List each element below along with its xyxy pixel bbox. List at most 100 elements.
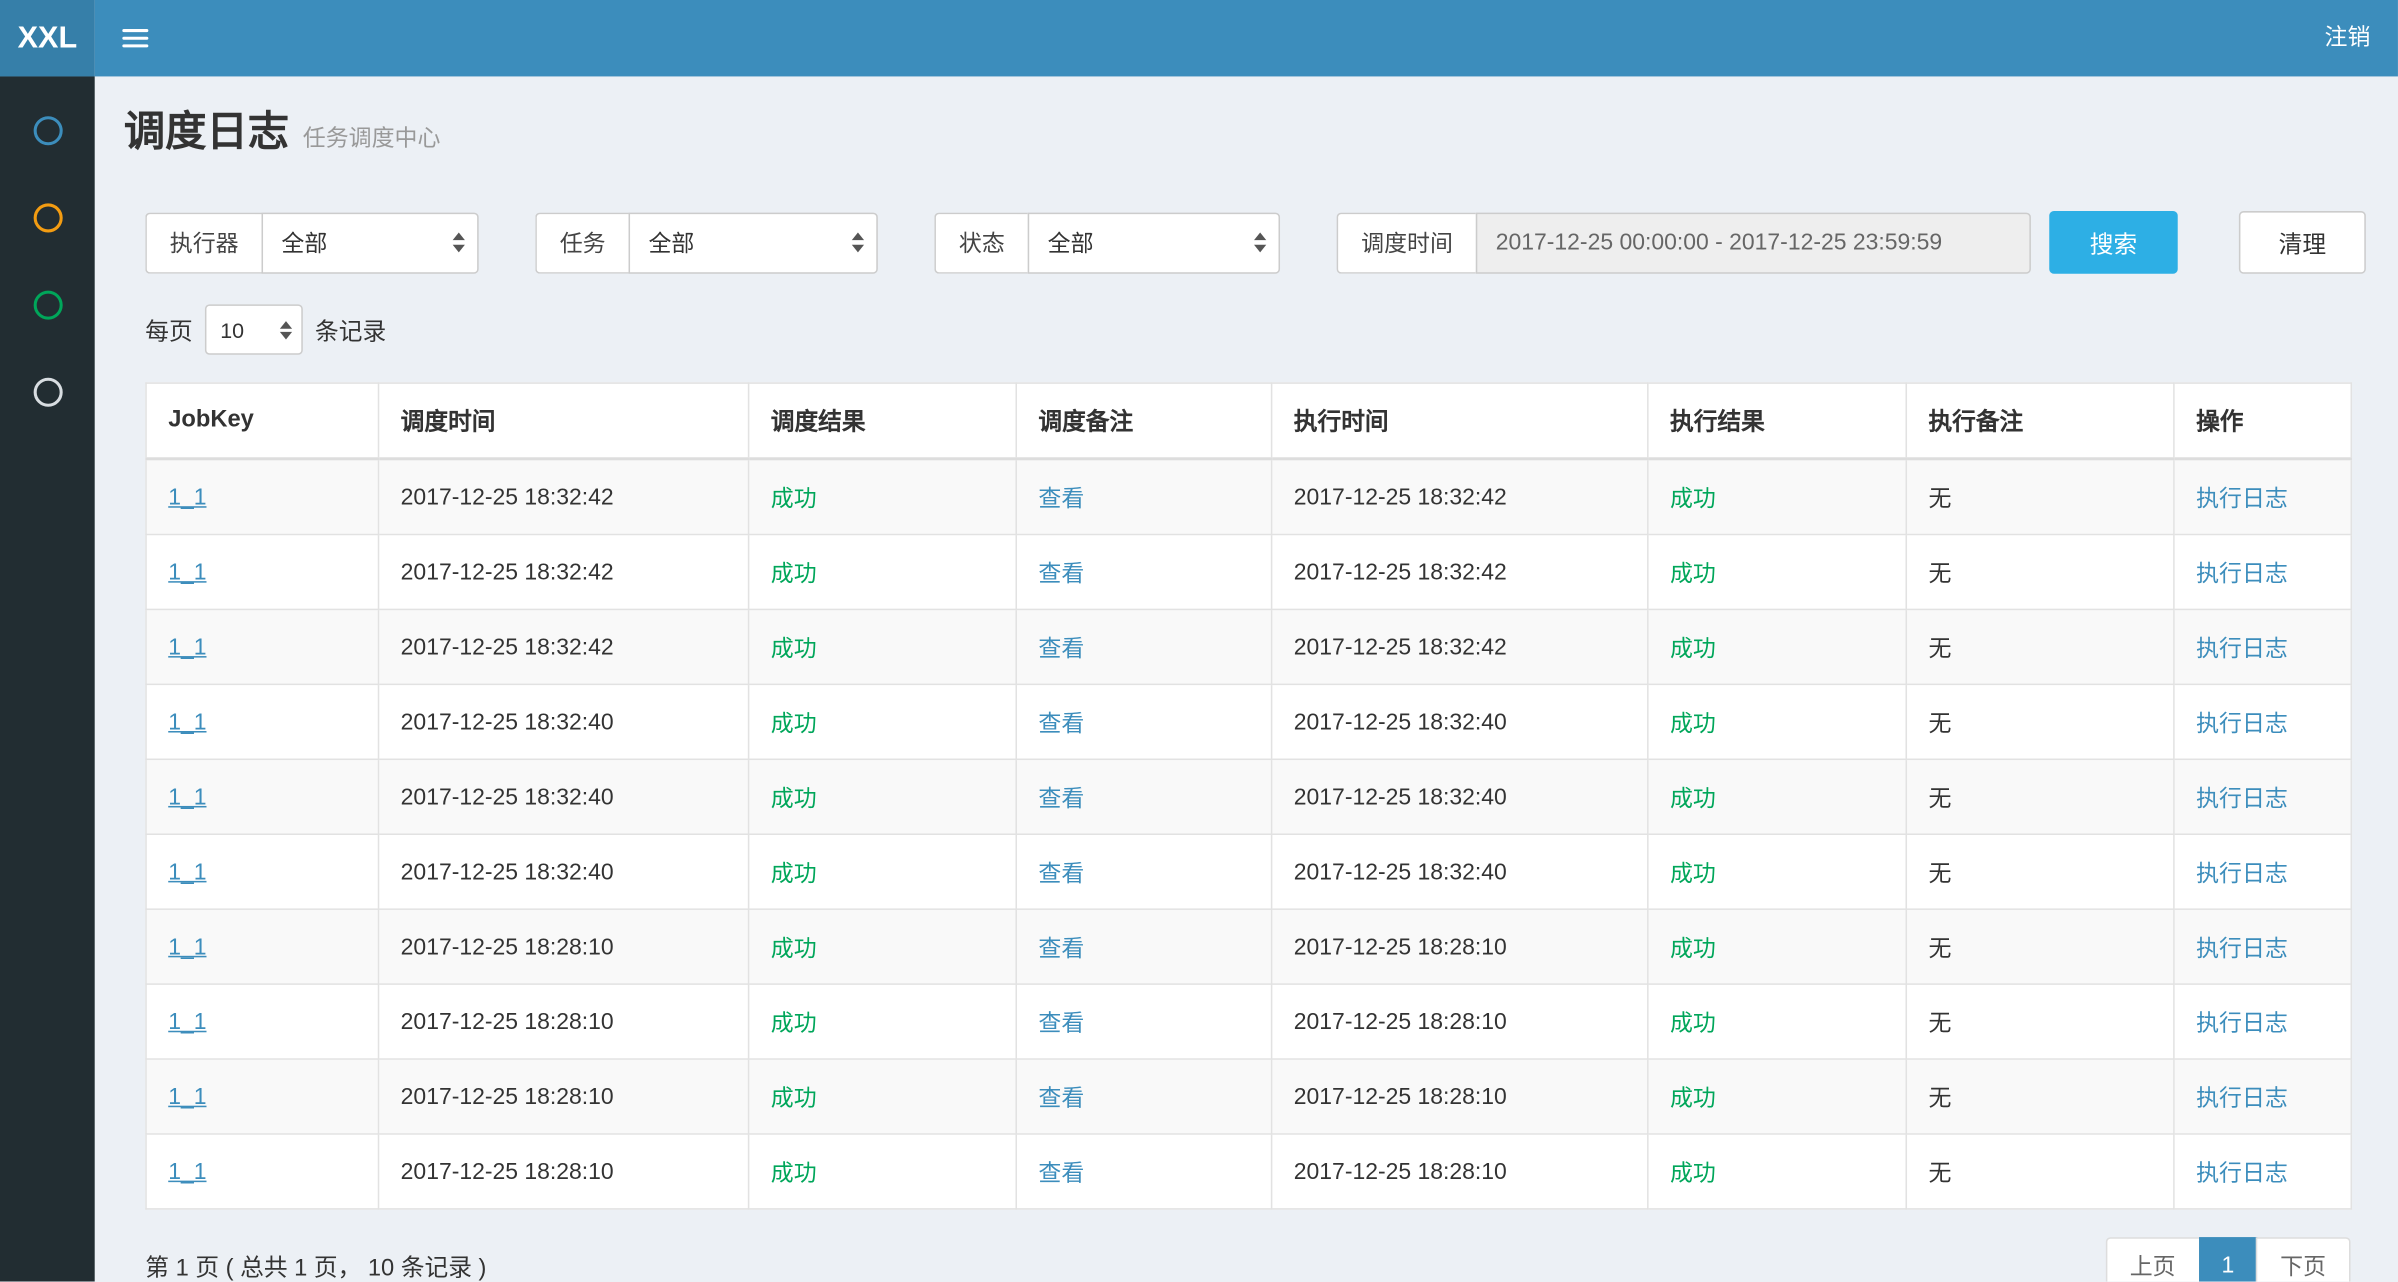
select-arrows-icon	[1254, 232, 1266, 252]
sidebar-toggle-button[interactable]	[95, 0, 176, 76]
table-row: 1_1 2017-12-25 18:32:40 成功 查看 2017-12-25…	[146, 759, 2351, 834]
trigger-time-filter-group: 调度时间	[1337, 212, 2031, 273]
select-arrows-icon	[453, 232, 465, 252]
sidebar-item-4[interactable]	[0, 349, 95, 436]
table-footer: 第 1 页 ( 总共 1 页， 10 条记录 ) 上页 1 下页	[95, 1210, 2398, 1282]
trigger-result-text: 成功	[771, 935, 817, 961]
handle-msg-cell: 无	[1906, 984, 2174, 1059]
handle-msg-cell: 无	[1906, 609, 2174, 684]
jobkey-link[interactable]: 1_1	[168, 634, 206, 660]
jobkey-link[interactable]: 1_1	[168, 934, 206, 960]
exec-log-link[interactable]: 执行日志	[2196, 935, 2288, 961]
content-header: 调度日志 任务调度中心	[95, 76, 2398, 186]
filter-row: 执行器 全部 任务 全部 状态 全部	[95, 187, 2398, 274]
trigger-time-cell: 2017-12-25 18:32:40	[379, 834, 749, 909]
handle-time-cell: 2017-12-25 18:32:42	[1272, 459, 1648, 535]
trigger-msg-link[interactable]: 查看	[1038, 710, 1084, 736]
sidebar-item-2[interactable]	[0, 174, 95, 261]
handle-result-text: 成功	[1670, 1160, 1716, 1186]
table-row: 1_1 2017-12-25 18:28:10 成功 查看 2017-12-25…	[146, 909, 2351, 984]
trigger-time-cell: 2017-12-25 18:32:42	[379, 459, 749, 535]
handle-time-cell: 2017-12-25 18:32:42	[1272, 609, 1648, 684]
log-table-header: JobKey 调度时间 调度结果 调度备注 执行时间 执行结果 执行备注 操作	[146, 383, 2351, 459]
handle-time-cell: 2017-12-25 18:32:40	[1272, 834, 1648, 909]
trigger-time-cell: 2017-12-25 18:28:10	[379, 1134, 749, 1209]
trigger-time-range-input[interactable]	[1476, 212, 2031, 273]
trigger-msg-link[interactable]: 查看	[1038, 1010, 1084, 1036]
table-row: 1_1 2017-12-25 18:28:10 成功 查看 2017-12-25…	[146, 1134, 2351, 1209]
handle-result-text: 成功	[1670, 486, 1716, 512]
trigger-time-cell: 2017-12-25 18:32:42	[379, 609, 749, 684]
exec-log-link[interactable]: 执行日志	[2196, 635, 2288, 661]
handle-result-text: 成功	[1670, 1010, 1716, 1036]
sidebar-circle-icon-1	[33, 116, 62, 145]
sidebar-item-1[interactable]	[0, 87, 95, 174]
exec-log-link[interactable]: 执行日志	[2196, 560, 2288, 586]
page-subtitle: 任务调度中心	[303, 115, 441, 164]
main-content: 调度日志 任务调度中心 执行器 全部 任务 全部	[95, 76, 2398, 1281]
handle-result-text: 成功	[1670, 1085, 1716, 1111]
exec-log-link[interactable]: 执行日志	[2196, 1010, 2288, 1036]
handle-msg-cell: 无	[1906, 1059, 2174, 1134]
trigger-result-text: 成功	[771, 1010, 817, 1036]
logout-link[interactable]: 注销	[2297, 0, 2398, 76]
jobkey-link[interactable]: 1_1	[168, 484, 206, 510]
jobkey-link[interactable]: 1_1	[168, 1158, 206, 1184]
select-arrows-icon	[280, 320, 292, 338]
trigger-time-cell: 2017-12-25 18:28:10	[379, 984, 749, 1059]
next-page-button[interactable]: 下页	[2256, 1237, 2351, 1281]
clear-button[interactable]: 清理	[2239, 211, 2366, 274]
table-row: 1_1 2017-12-25 18:32:40 成功 查看 2017-12-25…	[146, 834, 2351, 909]
status-filter-label: 状态	[934, 212, 1027, 273]
log-table-wrap: JobKey 调度时间 调度结果 调度备注 执行时间 执行结果 执行备注 操作 …	[95, 355, 2398, 1210]
jobkey-link[interactable]: 1_1	[168, 859, 206, 885]
handle-result-text: 成功	[1670, 635, 1716, 661]
trigger-msg-link[interactable]: 查看	[1038, 785, 1084, 811]
trigger-time-cell: 2017-12-25 18:32:40	[379, 759, 749, 834]
exec-log-link[interactable]: 执行日志	[2196, 710, 2288, 736]
search-button[interactable]: 搜索	[2049, 211, 2177, 274]
trigger-msg-link[interactable]: 查看	[1038, 935, 1084, 961]
jobkey-link[interactable]: 1_1	[168, 709, 206, 735]
job-select-value: 全部	[648, 226, 694, 258]
handle-result-text: 成功	[1670, 785, 1716, 811]
app-logo[interactable]: XXL	[0, 0, 95, 76]
trigger-msg-link[interactable]: 查看	[1038, 486, 1084, 512]
jobkey-link[interactable]: 1_1	[168, 1084, 206, 1110]
trigger-time-cell: 2017-12-25 18:32:42	[379, 534, 749, 609]
exec-log-link[interactable]: 执行日志	[2196, 1085, 2288, 1111]
col-trigger-result: 调度结果	[749, 383, 1017, 459]
status-select-value: 全部	[1048, 226, 1094, 258]
status-filter-group: 状态 全部	[934, 212, 1280, 273]
trigger-msg-link[interactable]: 查看	[1038, 560, 1084, 586]
job-select[interactable]: 全部	[629, 212, 878, 273]
handle-msg-cell: 无	[1906, 459, 2174, 535]
col-handle-result: 执行结果	[1648, 383, 1906, 459]
page-size-value: 10	[220, 317, 244, 341]
table-row: 1_1 2017-12-25 18:32:42 成功 查看 2017-12-25…	[146, 534, 2351, 609]
trigger-msg-link[interactable]: 查看	[1038, 1160, 1084, 1186]
trigger-result-text: 成功	[771, 486, 817, 512]
jobkey-link[interactable]: 1_1	[168, 1009, 206, 1035]
sidebar-item-3[interactable]	[0, 262, 95, 349]
prev-page-button[interactable]: 上页	[2105, 1237, 2200, 1281]
jobkey-link[interactable]: 1_1	[168, 559, 206, 585]
page-title-text: 调度日志	[124, 107, 289, 156]
handle-result-text: 成功	[1670, 860, 1716, 886]
current-page-button[interactable]: 1	[2199, 1237, 2258, 1281]
jobkey-link[interactable]: 1_1	[168, 784, 206, 810]
exec-log-link[interactable]: 执行日志	[2196, 1160, 2288, 1186]
handle-msg-cell: 无	[1906, 834, 2174, 909]
status-select[interactable]: 全部	[1028, 212, 1280, 273]
exec-log-link[interactable]: 执行日志	[2196, 486, 2288, 512]
exec-log-link[interactable]: 执行日志	[2196, 860, 2288, 886]
trigger-msg-link[interactable]: 查看	[1038, 635, 1084, 661]
trigger-msg-link[interactable]: 查看	[1038, 860, 1084, 886]
handle-result-text: 成功	[1670, 560, 1716, 586]
trigger-msg-link[interactable]: 查看	[1038, 1085, 1084, 1111]
page-size-select[interactable]: 10	[205, 304, 303, 354]
hamburger-icon	[122, 29, 148, 32]
exec-log-link[interactable]: 执行日志	[2196, 785, 2288, 811]
executor-select[interactable]: 全部	[262, 212, 479, 273]
trigger-result-text: 成功	[771, 1160, 817, 1186]
